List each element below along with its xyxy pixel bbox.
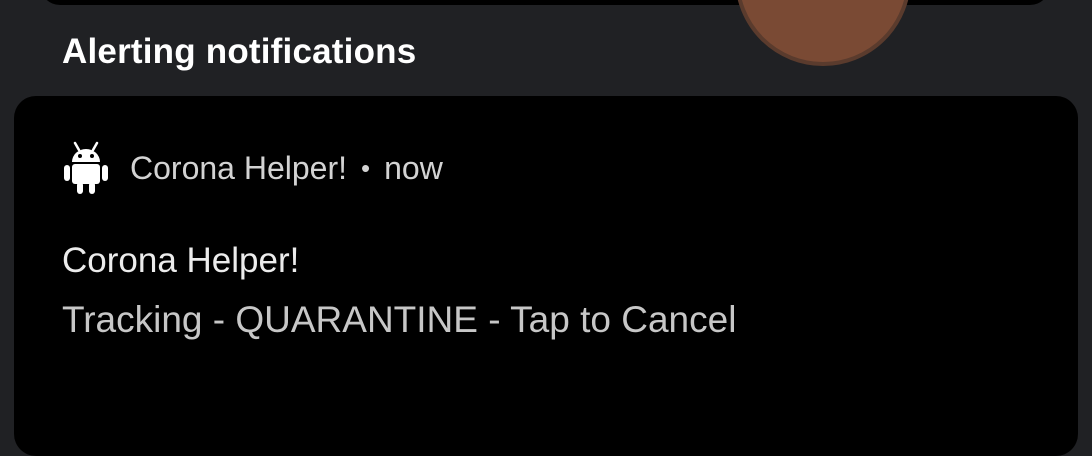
separator-dot: •: [361, 153, 371, 183]
notification-header[interactable]: Corona Helper! • now: [64, 140, 443, 196]
app-name: Corona Helper!: [130, 150, 347, 186]
android-icon: [64, 141, 108, 194]
section-title: Alerting notifications: [62, 32, 417, 71]
notification-card[interactable]: Corona Helper! • now Corona Helper! Trac…: [14, 96, 1078, 456]
notification-text: Tracking - QUARANTINE - Tap to Cancel: [62, 299, 737, 340]
notification-title: Corona Helper!: [62, 241, 300, 280]
timestamp: now: [384, 150, 443, 186]
avatar-bubble[interactable]: [735, 0, 911, 66]
